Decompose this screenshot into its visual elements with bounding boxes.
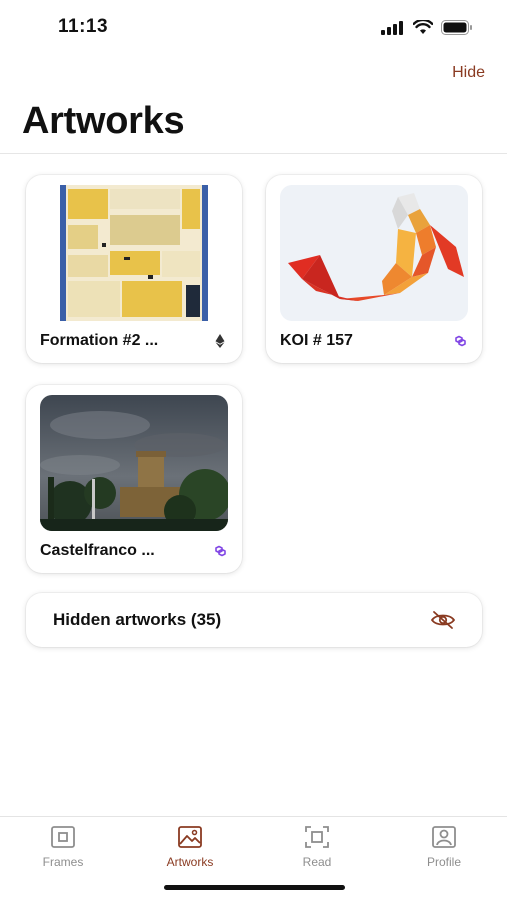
- hidden-artworks-label: Hidden artworks (35): [53, 610, 222, 629]
- page-title: Artworks: [22, 100, 185, 142]
- artwork-card[interactable]: KOI # 157: [266, 175, 482, 363]
- status-time: 11:13: [58, 16, 109, 37]
- hidden-artworks-row[interactable]: Hidden artworks (35): [26, 593, 482, 647]
- eye-slash-icon: [430, 611, 456, 629]
- tab-profile[interactable]: Profile: [394, 825, 494, 881]
- ethereum-icon: [215, 334, 225, 348]
- tab-frames[interactable]: Frames: [13, 825, 113, 881]
- artwork-thumbnail: [280, 185, 468, 321]
- tab-artworks[interactable]: Artworks: [140, 825, 240, 881]
- tab-read[interactable]: Read: [267, 825, 367, 881]
- artwork-title: Castelfranco ...: [40, 542, 155, 559]
- wifi-icon: [413, 20, 433, 34]
- artwork-thumbnail: [40, 395, 228, 531]
- polygon-icon: [215, 545, 226, 557]
- artwork-title: KOI # 157: [280, 332, 353, 349]
- hide-button[interactable]: Hide: [452, 64, 485, 82]
- tab-label: Artworks: [166, 855, 214, 869]
- profile-icon: [432, 826, 456, 848]
- artwork-card[interactable]: Formation #2 ...: [26, 175, 242, 363]
- tab-label: Read: [302, 855, 332, 869]
- status-bar: 11:13: [0, 0, 507, 56]
- tab-label: Profile: [426, 855, 461, 869]
- divider: [0, 153, 507, 154]
- frame-icon: [51, 826, 75, 848]
- battery-icon: [441, 20, 472, 35]
- tab-label: Frames: [42, 855, 84, 869]
- artwork-title: Formation #2 ...: [40, 332, 159, 349]
- artwork-thumbnail: [40, 185, 228, 321]
- home-indicator: [164, 885, 345, 890]
- scan-icon: [305, 826, 329, 848]
- image-icon: [178, 826, 202, 848]
- status-icons: [381, 20, 473, 35]
- polygon-icon: [455, 335, 466, 347]
- artwork-card[interactable]: Castelfranco ...: [26, 385, 242, 573]
- cellular-signal-icon: [381, 20, 403, 35]
